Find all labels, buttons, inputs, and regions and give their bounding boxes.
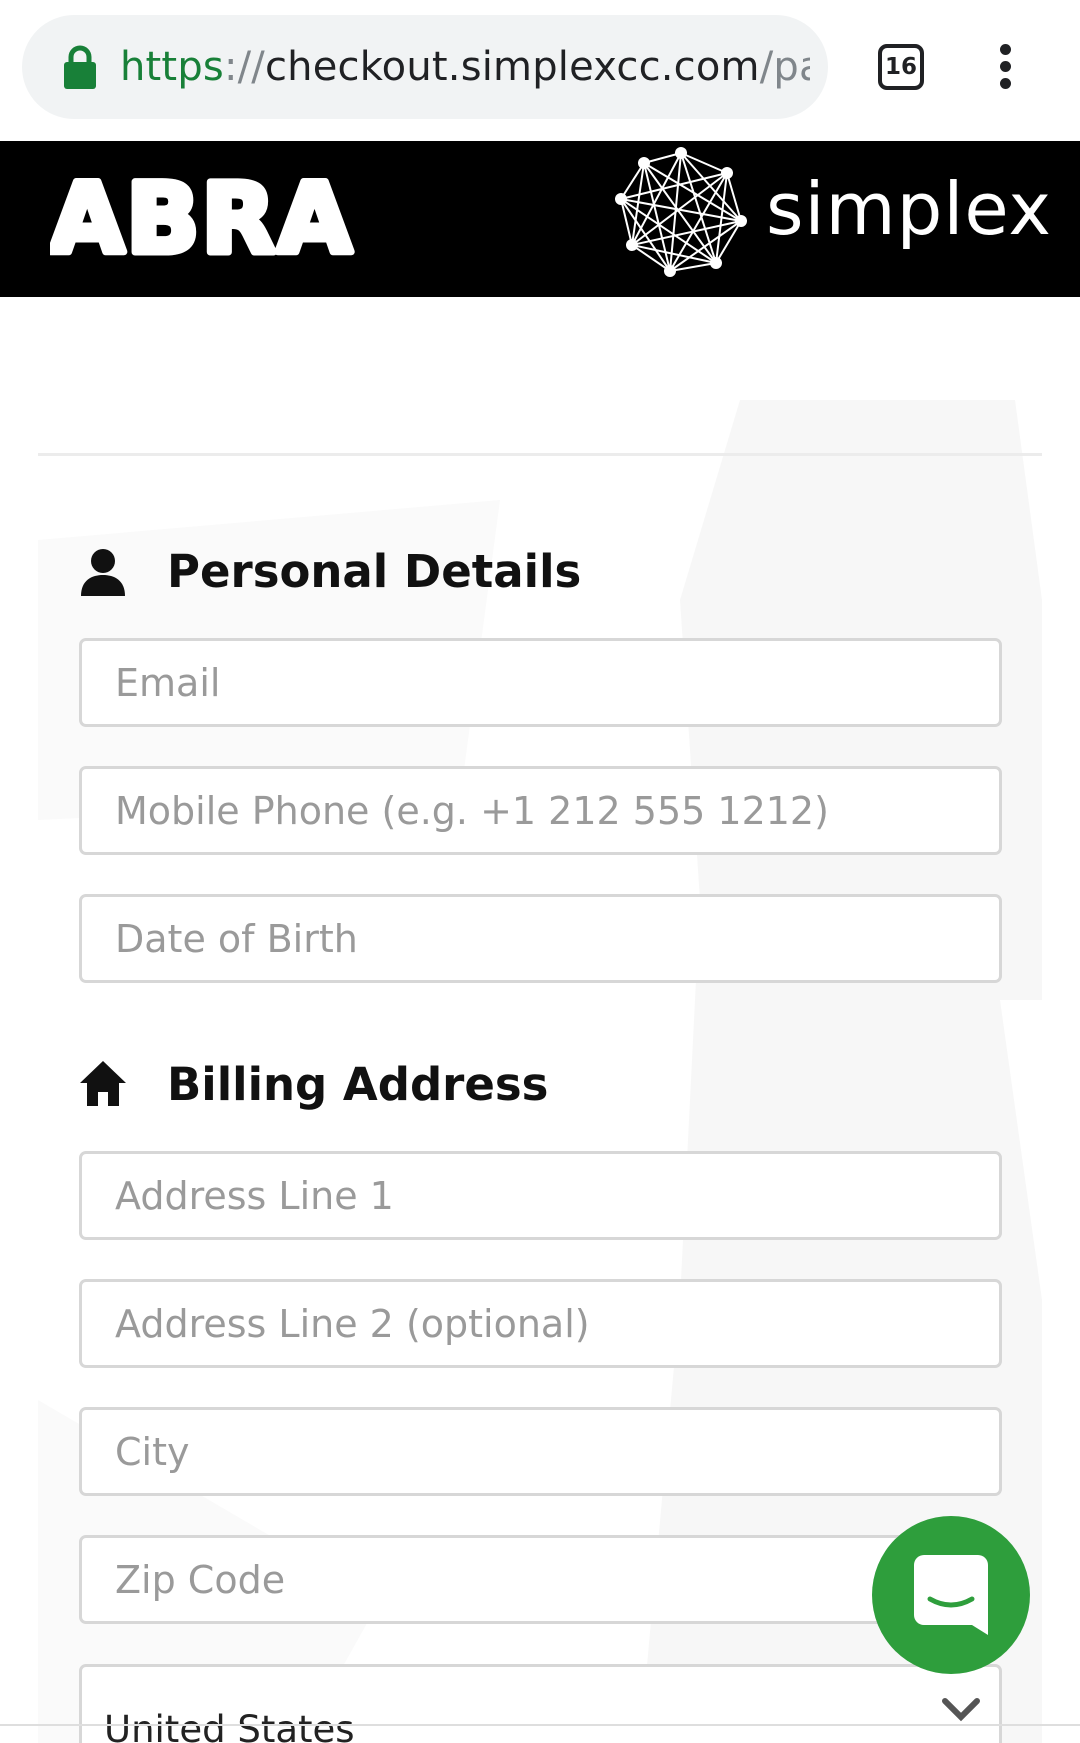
- date-of-birth-input[interactable]: [115, 916, 999, 961]
- home-icon: [80, 1061, 126, 1106]
- city-input[interactable]: [115, 1429, 999, 1474]
- address-line-2-field[interactable]: [79, 1279, 1002, 1368]
- url-scheme: https: [120, 44, 224, 90]
- url-host: checkout.simplexcc.com: [264, 44, 760, 90]
- zip-code-field[interactable]: [79, 1535, 1002, 1624]
- email-input[interactable]: [115, 660, 999, 705]
- chat-bubble-icon: [914, 1555, 988, 1635]
- mobile-phone-field[interactable]: [79, 766, 1002, 855]
- merchant-banner: ABRA simplex: [0, 141, 1080, 297]
- address-line-2-input[interactable]: [115, 1301, 999, 1346]
- simplex-network-logo-icon: [615, 147, 747, 277]
- lock-icon: [62, 45, 98, 89]
- address-bar[interactable]: https://checkout.simplexcc.com/pay: [22, 15, 828, 119]
- url-separator: ://: [223, 44, 265, 90]
- svg-text:ABRA: ABRA: [50, 167, 354, 267]
- address-line-1-field[interactable]: [79, 1151, 1002, 1240]
- billing-address-heading: Billing Address: [167, 1058, 549, 1111]
- chevron-down-icon: [942, 1698, 980, 1722]
- overflow-menu-icon[interactable]: [990, 44, 1020, 92]
- person-icon: [81, 549, 125, 596]
- email-field[interactable]: [79, 638, 1002, 727]
- live-chat-button[interactable]: [872, 1516, 1030, 1674]
- mobile-phone-input[interactable]: [115, 788, 999, 833]
- address-line-1-input[interactable]: [115, 1173, 999, 1218]
- zip-code-input[interactable]: [115, 1557, 999, 1602]
- section-divider: [38, 453, 1042, 456]
- url-path: /pay: [759, 44, 810, 90]
- personal-details-heading: Personal Details: [167, 545, 582, 598]
- date-of-birth-field[interactable]: [79, 894, 1002, 983]
- city-field[interactable]: [79, 1407, 1002, 1496]
- country-select[interactable]: United States: [79, 1664, 1002, 1743]
- tab-switcher-button[interactable]: 16: [878, 44, 924, 90]
- browser-toolbar: https://checkout.simplexcc.com/pay 16: [0, 0, 1080, 141]
- page-bottom-edge: [0, 1724, 1080, 1726]
- abra-logo: ABRA: [50, 167, 355, 267]
- url-text: https://checkout.simplexcc.com/pay: [120, 44, 810, 90]
- simplex-wordmark: simplex: [766, 167, 1052, 251]
- tab-count: 16: [884, 54, 917, 80]
